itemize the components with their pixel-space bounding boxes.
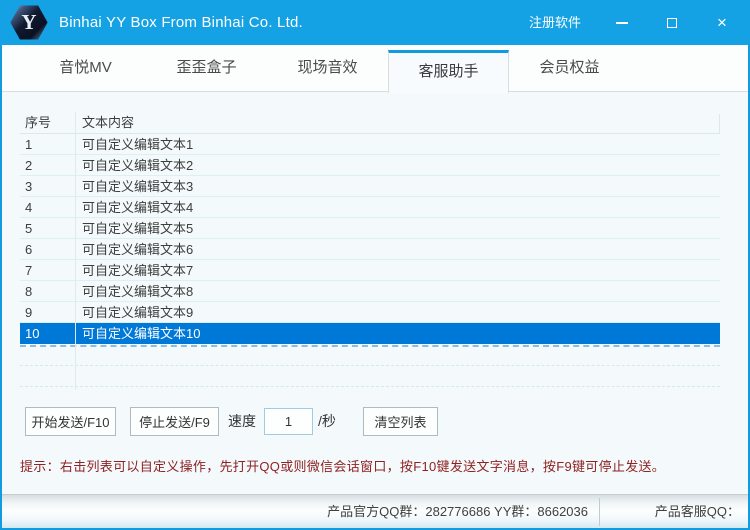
table-row[interactable]: 8 可自定义编辑文本8 xyxy=(20,281,720,302)
titlebar: Y Binhai YY Box From Binhai Co. Ltd. 注册软… xyxy=(0,0,750,45)
speed-label: 速度 xyxy=(228,407,256,436)
app-window: Y Binhai YY Box From Binhai Co. Ltd. 注册软… xyxy=(0,0,750,530)
app-logo-icon: Y xyxy=(10,4,48,41)
column-divider xyxy=(75,112,76,390)
header-divider xyxy=(719,114,720,134)
start-send-button[interactable]: 开始发送/F10 xyxy=(25,407,116,436)
column-header-index[interactable]: 序号 xyxy=(25,112,73,133)
tab-bar: 音悦MV 歪歪盒子 现场音效 客服助手 会员权益 xyxy=(0,45,750,92)
logo-letter: Y xyxy=(21,12,36,33)
window-border-left xyxy=(0,45,2,530)
table-row[interactable]: 5 可自定义编辑文本5 xyxy=(20,218,720,239)
close-button[interactable]: × xyxy=(706,0,738,45)
row-index-cell: 4 xyxy=(25,197,73,217)
table-row[interactable]: 4 可自定义编辑文本4 xyxy=(20,197,720,218)
status-support-qq: 产品客服QQ：583685512 xyxy=(600,495,746,529)
speed-input[interactable] xyxy=(264,408,313,435)
speed-unit-label: /秒 xyxy=(318,407,336,436)
maximize-button[interactable] xyxy=(656,0,688,45)
table-row[interactable]: 9 可自定义编辑文本9 xyxy=(20,302,720,323)
empty-row-separator xyxy=(20,386,720,387)
hint-text: 提示：右击列表可以自定义操作，先打开QQ或则微信会话窗口，按F10键发送文字消息… xyxy=(20,456,730,475)
register-software-link[interactable]: 注册软件 xyxy=(529,0,581,45)
table-row[interactable]: 2 可自定义编辑文本2 xyxy=(20,155,720,176)
row-index-cell: 5 xyxy=(25,218,73,238)
row-text-cell: 可自定义编辑文本9 xyxy=(82,302,716,322)
row-index-cell: 8 xyxy=(25,281,73,301)
row-text-cell: 可自定义编辑文本7 xyxy=(82,260,716,280)
row-index-cell: 3 xyxy=(25,176,73,196)
row-text-cell: 可自定义编辑文本6 xyxy=(82,239,716,259)
selection-focus-line xyxy=(20,345,720,347)
text-list: 1 可自定义编辑文本1 2 可自定义编辑文本2 3 可自定义编辑文本3 4 可自定义编辑文本4… xyxy=(20,134,720,344)
tab-label: 现场音效 xyxy=(297,59,357,76)
row-index-cell: 6 xyxy=(25,239,73,259)
row-index-cell: 1 xyxy=(25,134,73,154)
empty-row-separator xyxy=(20,365,720,366)
row-text-cell: 可自定义编辑文本8 xyxy=(82,281,716,301)
column-header-text[interactable]: 文本内容 xyxy=(82,112,716,133)
row-text-cell: 可自定义编辑文本3 xyxy=(82,176,716,196)
clear-list-button[interactable]: 清空列表 xyxy=(363,407,438,436)
status-qq-groups: 产品官方QQ群：282776686 YY群：8662036 xyxy=(0,495,598,529)
window-title: Binhai YY Box From Binhai Co. Ltd. xyxy=(59,0,303,45)
tab-yinyue-mv[interactable]: 音悦MV xyxy=(25,45,146,91)
table-row[interactable]: 10 可自定义编辑文本10 xyxy=(20,323,720,344)
row-index-cell: 10 xyxy=(25,323,73,343)
maximize-icon xyxy=(667,18,677,28)
stop-send-button[interactable]: 停止发送/F9 xyxy=(130,407,219,436)
table-header: 序号 文本内容 xyxy=(20,112,720,134)
row-index-cell: 9 xyxy=(25,302,73,322)
row-text-cell: 可自定义编辑文本10 xyxy=(82,323,716,343)
close-icon: × xyxy=(717,13,727,33)
row-text-cell: 可自定义编辑文本4 xyxy=(82,197,716,217)
minimize-button[interactable] xyxy=(606,0,638,45)
row-text-cell: 可自定义编辑文本2 xyxy=(82,155,716,175)
tab-member-benefits[interactable]: 会员权益 xyxy=(509,45,630,91)
table-row[interactable]: 3 可自定义编辑文本3 xyxy=(20,176,720,197)
content-area: 序号 文本内容 1可自定义编辑文本12可自定义编辑文本23可自定义编辑文本34可… xyxy=(0,92,750,494)
tab-label: 歪歪盒子 xyxy=(176,59,236,76)
row-text-cell: 可自定义编辑文本1 xyxy=(82,134,716,154)
row-text-cell: 可自定义编辑文本5 xyxy=(82,218,716,238)
tab-label: 客服助手 xyxy=(418,63,478,80)
table-row[interactable]: 1 可自定义编辑文本1 xyxy=(20,134,720,155)
table-row[interactable]: 6 可自定义编辑文本6 xyxy=(20,239,720,260)
tab-customer-service-assistant[interactable]: 客服助手 xyxy=(388,50,509,93)
status-bar: 产品官方QQ群：282776686 YY群：8662036 产品客服QQ：583… xyxy=(0,494,750,528)
tab-waiwai-box[interactable]: 歪歪盒子 xyxy=(146,45,267,91)
row-index-cell: 2 xyxy=(25,155,73,175)
tab-live-sound-effects[interactable]: 现场音效 xyxy=(267,45,388,91)
tab-label: 会员权益 xyxy=(539,59,599,76)
row-index-cell: 7 xyxy=(25,260,73,280)
tab-label: 音悦MV xyxy=(59,59,112,76)
table-row[interactable]: 7 可自定义编辑文本7 xyxy=(20,260,720,281)
minimize-icon xyxy=(616,22,628,24)
